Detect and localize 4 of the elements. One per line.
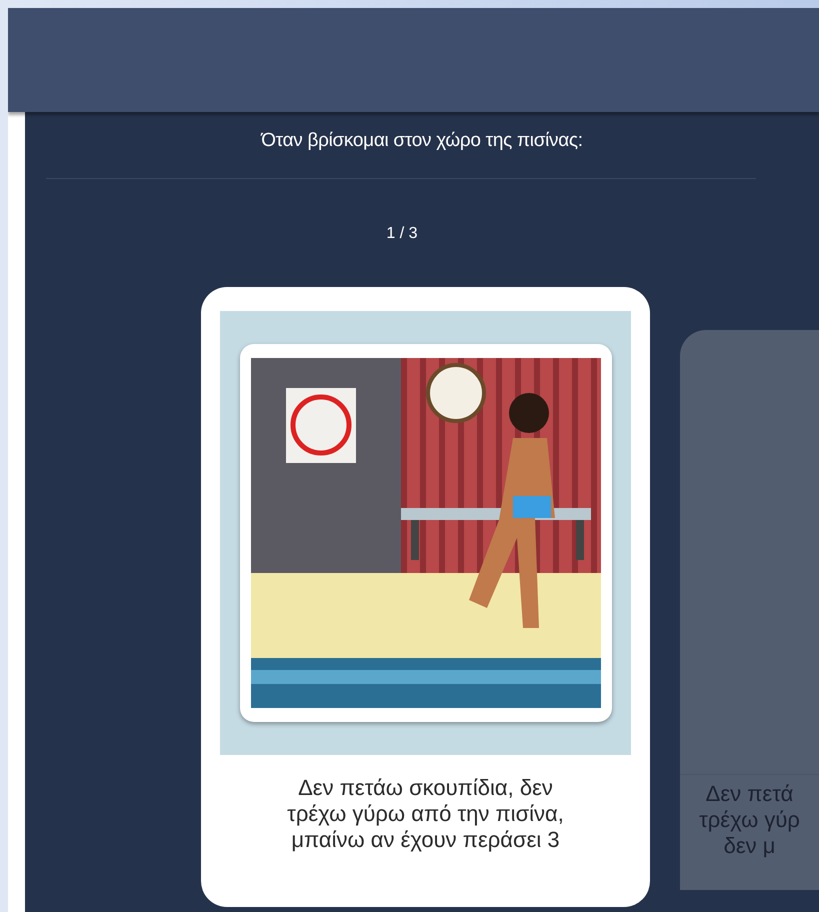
card-caption: Δεν πετάω σκουπίδια, δεν τρέχω γύρω από την πισίνα, μπαίνω αν έχουν περάσει 3 xyxy=(286,775,565,853)
question-title: Όταν βρίσκομαι στον χώρο της πισίνας: xyxy=(261,130,583,152)
slide-counter: 1 / 3 xyxy=(386,225,418,243)
card-caption: Δεν πετά τρέχω γύρ δεν μ xyxy=(680,774,819,859)
